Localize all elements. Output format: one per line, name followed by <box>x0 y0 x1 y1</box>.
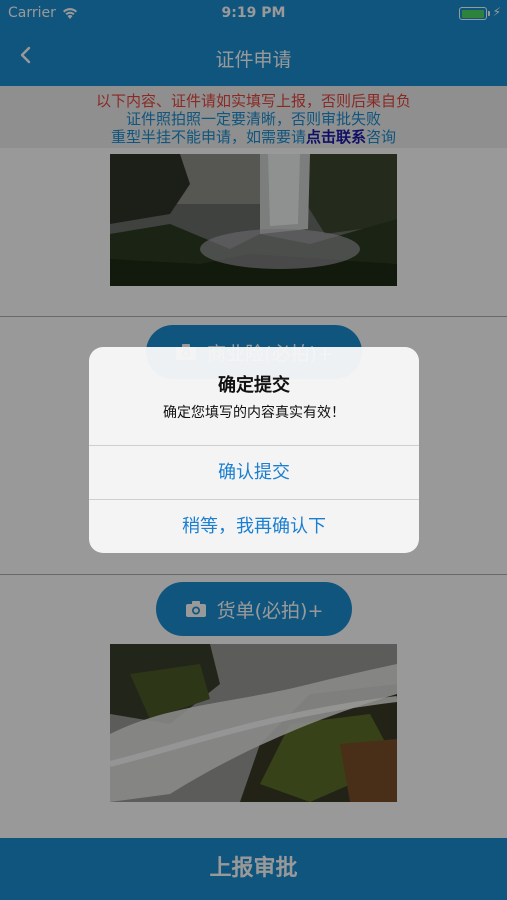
confirm-submit-button[interactable]: 确认提交 <box>89 446 419 500</box>
wait-recheck-button[interactable]: 稍等，我再确认下 <box>89 500 419 553</box>
dialog-title: 确定提交 <box>218 375 290 396</box>
dialog-message: 确定您填写的内容真实有效！ <box>163 405 345 421</box>
confirm-dialog: 确定提交 确定您填写的内容真实有效！ 确认提交 稍等，我再确认下 <box>89 347 419 553</box>
